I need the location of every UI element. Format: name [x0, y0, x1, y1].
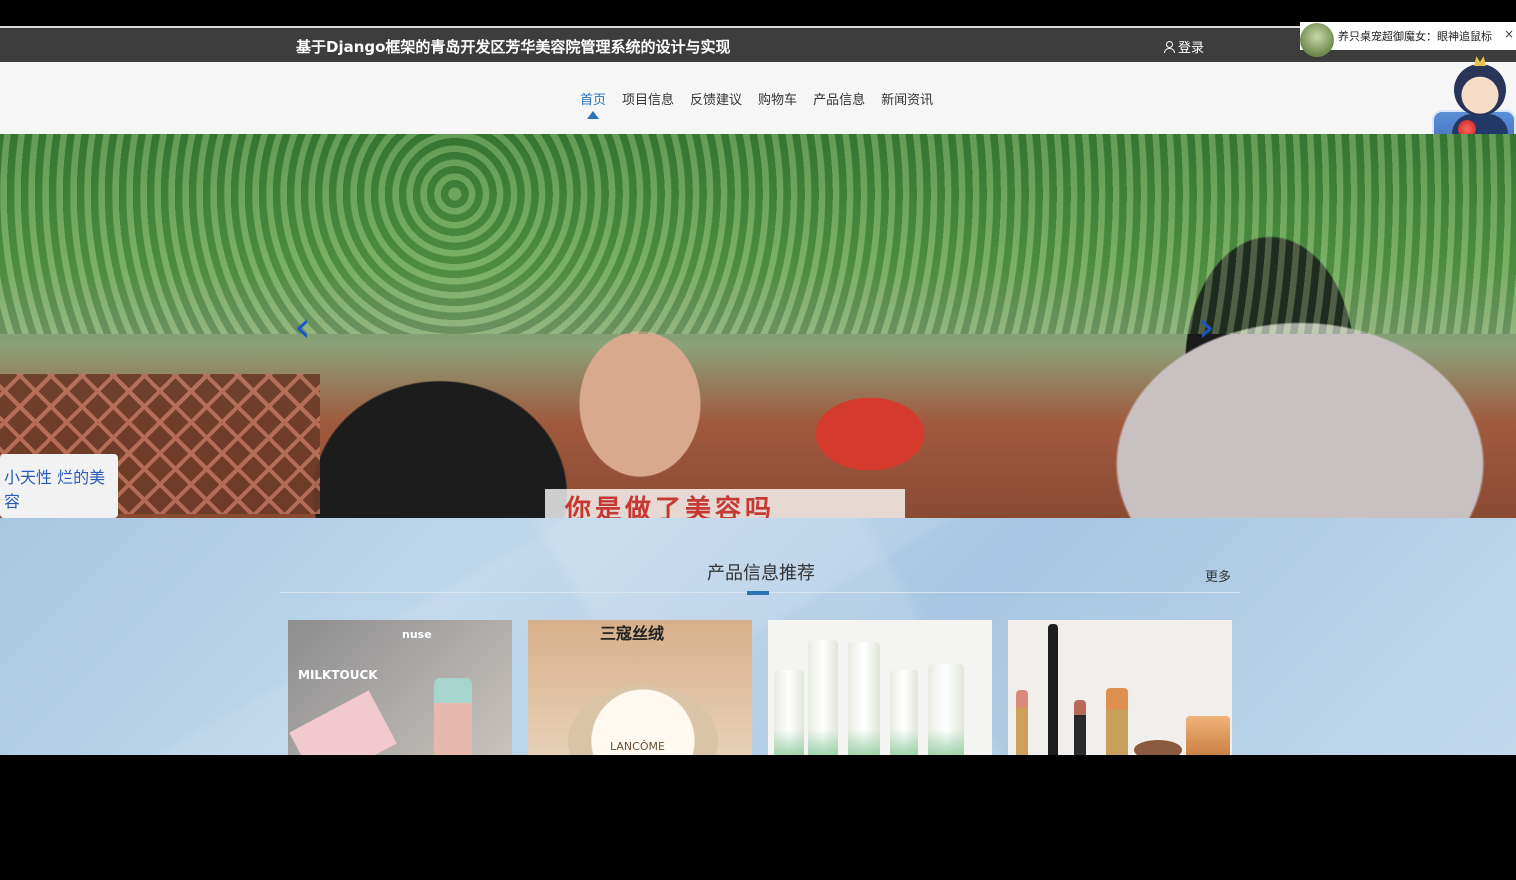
section-background: [0, 518, 1516, 755]
section-title: 产品信息推荐: [707, 563, 815, 584]
product-tube-image: [928, 664, 964, 755]
product-lipstick-image: [1016, 690, 1028, 755]
product-brand-small: LANCÔME: [610, 740, 665, 753]
nav-item-projects[interactable]: 项目信息: [622, 89, 674, 108]
product-bottle-image: [808, 640, 838, 755]
notification-avatar: [1300, 23, 1334, 57]
site-title: 基于Django框架的青岛开发区芳华美容院管理系统的设计与实现: [296, 38, 731, 56]
product-brand-large: 三寇丝绒: [600, 624, 665, 643]
product-card[interactable]: [768, 620, 992, 755]
banner-foliage: [0, 134, 1516, 334]
nav-item-cart[interactable]: 购物车: [758, 89, 797, 108]
product-card[interactable]: [1008, 620, 1232, 755]
product-brand-large: MILKTOUCK: [298, 668, 378, 682]
nav-item-home[interactable]: 首页: [580, 89, 606, 119]
nav-item-products[interactable]: 产品信息: [813, 89, 865, 108]
product-card[interactable]: 三寇丝绒 LANCÔME: [528, 620, 752, 755]
product-box-image: [289, 690, 397, 755]
product-bottle-image: [434, 678, 472, 755]
banner-caption: 你是做了美容吗: [545, 489, 905, 518]
product-tube-image: [774, 670, 804, 755]
crown-icon: [1474, 56, 1486, 66]
product-brush-image: [1134, 740, 1182, 755]
app-window: 基于Django框架的青岛开发区芳华美容院管理系统的设计与实现 登录 养只桌宠超…: [0, 0, 1516, 880]
login-link[interactable]: 登录: [1163, 37, 1204, 56]
product-bottle-image: [848, 642, 880, 755]
section-title-underline: [747, 591, 769, 595]
chevron-right-icon[interactable]: ›: [1198, 306, 1215, 348]
banner-sign: 小天性 烂的美容: [0, 454, 118, 518]
close-icon[interactable]: ×: [1504, 27, 1514, 41]
notification-popup[interactable]: 养只桌宠超御魔女：眼神追鼠标 ×: [1300, 22, 1516, 57]
product-mascara-image: [1048, 624, 1058, 755]
product-brand-small: nuse: [402, 628, 432, 641]
product-lipstick-image: [1106, 688, 1128, 755]
product-jar-image: [1186, 716, 1230, 755]
more-link[interactable]: 更多: [1205, 566, 1231, 585]
product-recommend-section: 产品信息推荐 更多 nuse MILKTOUCK 三寇丝绒 LANCÔME: [0, 518, 1516, 755]
mascot-head: [1454, 64, 1506, 116]
main-nav: 首页 项目信息 反馈建议 购物车 产品信息 新闻资讯: [580, 89, 949, 119]
product-card[interactable]: nuse MILKTOUCK: [288, 620, 512, 755]
hero-carousel[interactable]: 小天性 烂的美容 你是做了美容吗 ‹ ›: [0, 134, 1516, 518]
product-lipstick-image: [1074, 700, 1086, 755]
login-label: 登录: [1178, 41, 1205, 56]
nav-item-news[interactable]: 新闻资讯: [881, 89, 933, 108]
nav-item-feedback[interactable]: 反馈建议: [690, 89, 742, 108]
top-header-bar: 基于Django框架的青岛开发区芳华美容院管理系统的设计与实现 登录: [0, 26, 1516, 62]
chevron-left-icon[interactable]: ‹: [294, 306, 311, 348]
notification-text: 养只桌宠超御魔女：眼神追鼠标: [1338, 30, 1492, 43]
product-bottle-image: [890, 670, 918, 755]
user-icon: [1163, 40, 1175, 53]
navigation-area: 首页 项目信息 反馈建议 购物车 产品信息 新闻资讯: [0, 62, 1516, 134]
